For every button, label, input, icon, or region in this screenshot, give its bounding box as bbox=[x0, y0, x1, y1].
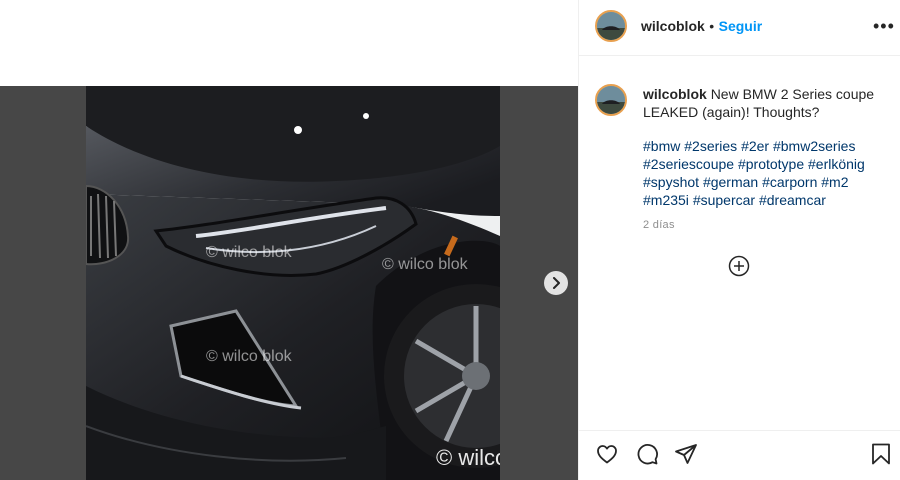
hashtag-link[interactable]: #2seriescoupe bbox=[643, 156, 734, 172]
hashtag-link[interactable]: #m2 bbox=[821, 174, 848, 190]
post-timestamp[interactable]: 2 días bbox=[643, 219, 675, 231]
hashtag-link[interactable]: #2series bbox=[684, 138, 737, 154]
hashtag-link[interactable]: #2er bbox=[741, 138, 769, 154]
avatar[interactable] bbox=[595, 10, 627, 42]
post-media-area: © wilco blok © wilco blok © wilco blok ©… bbox=[0, 0, 578, 480]
hashtag-link[interactable]: #supercar bbox=[693, 192, 755, 208]
watermark: © wilco blok bbox=[206, 348, 292, 365]
like-button[interactable] bbox=[595, 442, 619, 466]
hashtag-link[interactable]: #erlkönig bbox=[808, 156, 865, 172]
save-button[interactable] bbox=[869, 442, 893, 466]
watermark: © wilco blok bbox=[206, 244, 292, 261]
post-photo[interactable]: © wilco blok © wilco blok © wilco blok ©… bbox=[86, 86, 500, 480]
next-image-button[interactable] bbox=[544, 271, 568, 295]
chevron-right-icon bbox=[553, 277, 560, 289]
hashtag-link[interactable]: #m235i bbox=[643, 192, 689, 208]
follow-button[interactable]: Seguir bbox=[719, 18, 763, 34]
more-options-icon[interactable]: ••• bbox=[873, 16, 895, 37]
hashtag-link[interactable]: #prototype bbox=[738, 156, 804, 172]
comment-button[interactable] bbox=[635, 442, 659, 466]
avatar-image bbox=[597, 12, 625, 40]
hashtag-link[interactable]: #bmw bbox=[643, 138, 680, 154]
car-photo-graphic bbox=[86, 86, 500, 480]
add-comment-icon bbox=[728, 255, 750, 277]
bookmark-icon bbox=[872, 443, 890, 465]
comment-icon bbox=[637, 444, 658, 465]
add-comment-button[interactable] bbox=[728, 255, 750, 277]
share-button[interactable] bbox=[674, 442, 698, 466]
hashtag-link[interactable]: #carporn bbox=[762, 174, 817, 190]
post-side-panel: wilcoblok • Seguir ••• wilcoblok New BMW… bbox=[578, 0, 900, 480]
header-user-line: wilcoblok • Seguir bbox=[641, 18, 762, 36]
caption-avatar[interactable] bbox=[595, 84, 627, 116]
heart-icon bbox=[597, 445, 617, 464]
hashtag-link[interactable]: #spyshot bbox=[643, 174, 699, 190]
watermark: © wilco blok bbox=[382, 256, 468, 273]
hashtag-link[interactable]: #german bbox=[703, 174, 758, 190]
watermark: © wilco blok bbox=[436, 445, 500, 470]
separator-dot: • bbox=[709, 18, 715, 34]
caption-username[interactable]: wilcoblok bbox=[643, 86, 707, 102]
hashtag-link[interactable]: #dreamcar bbox=[759, 192, 826, 208]
hashtag-list: #bmw #2series #2er #bmw2series #2seriesc… bbox=[643, 137, 883, 209]
post-header: wilcoblok • Seguir ••• bbox=[579, 0, 900, 56]
header-username[interactable]: wilcoblok bbox=[641, 18, 705, 34]
post-action-bar bbox=[579, 430, 900, 480]
share-icon bbox=[675, 444, 697, 464]
avatar-image bbox=[597, 86, 625, 114]
hashtag-link[interactable]: #bmw2series bbox=[773, 138, 855, 154]
post-caption: wilcoblok New BMW 2 Series coupe LEAKED … bbox=[643, 85, 883, 121]
